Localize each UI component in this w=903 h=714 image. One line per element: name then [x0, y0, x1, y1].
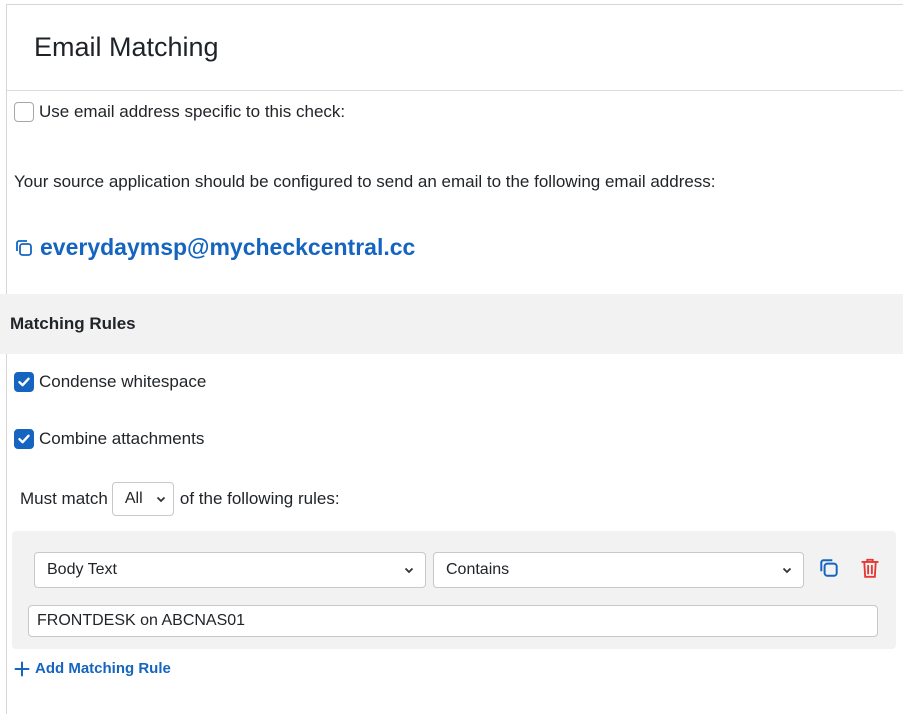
must-match-row: Must match All of the following rules: — [20, 482, 340, 516]
section-title: Matching Rules — [10, 314, 136, 333]
matching-rule-card: Body Text Contains — [12, 531, 896, 649]
email-address[interactable]: everydaymsp@mycheckcentral.cc — [40, 234, 415, 261]
condense-whitespace-row: Condense whitespace — [14, 372, 206, 392]
chevron-down-icon — [156, 496, 165, 503]
combine-attachments-label: Combine attachments — [39, 429, 205, 448]
duplicate-rule-icon[interactable] — [818, 557, 840, 579]
instruction-text: Your source application should be config… — [14, 172, 716, 191]
plus-icon — [14, 661, 30, 676]
rule-operator-value: Contains — [446, 561, 510, 578]
email-specific-checkbox[interactable] — [14, 102, 34, 122]
panel-header: Email Matching — [7, 5, 903, 91]
instruction-row: Your source application should be config… — [14, 172, 716, 192]
chevron-down-icon — [782, 567, 792, 574]
must-match-select[interactable]: All — [111, 482, 174, 516]
panel-title: Email Matching — [34, 32, 219, 62]
condense-whitespace-label: Condense whitespace — [39, 372, 207, 391]
must-match-value: All — [124, 490, 143, 507]
combine-attachments-checkbox[interactable] — [14, 429, 34, 449]
email-address-row: everydaymsp@mycheckcentral.cc — [14, 234, 415, 261]
add-matching-rule-label: Add Matching Rule — [35, 660, 171, 677]
combine-attachments-row: Combine attachments — [14, 429, 204, 449]
checkmark-icon — [18, 377, 30, 387]
rule-field-select[interactable]: Body Text — [34, 552, 426, 588]
chevron-down-icon — [404, 567, 414, 574]
trash-icon[interactable] — [860, 557, 880, 579]
rule-operator-select[interactable]: Contains — [433, 552, 804, 588]
add-matching-rule-button[interactable]: Add Matching Rule — [14, 660, 171, 677]
must-match-suffix: of the following rules: — [179, 489, 340, 508]
matching-rules-header: Matching Rules — [0, 294, 903, 354]
condense-whitespace-checkbox[interactable] — [14, 372, 34, 392]
must-match-prefix: Must match — [20, 489, 108, 508]
copy-icon[interactable] — [14, 238, 34, 258]
checkmark-icon — [18, 434, 30, 444]
email-specific-label: Use email address specific to this check… — [39, 102, 346, 121]
email-specific-row: Use email address specific to this check… — [14, 102, 345, 122]
rule-field-value: Body Text — [47, 561, 117, 578]
rule-value-input[interactable] — [28, 605, 878, 637]
